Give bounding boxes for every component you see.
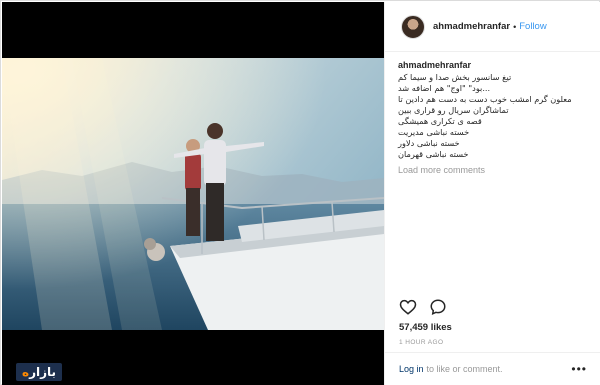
caption-line: تماشاگران سریال رو قراری ببین	[398, 105, 509, 115]
post-timestamp: 1 HOUR AGO	[399, 339, 444, 346]
load-more-comments-link[interactable]: Load more comments	[398, 165, 594, 175]
caption-line: قصه ی تکراری همیشگی	[398, 116, 482, 126]
caption-line: معلون گرم امشب خوب دست به دست هم دادین ت…	[398, 94, 572, 104]
heart-icon[interactable]	[399, 298, 417, 316]
caption-line: تیغ سانسور بخش صدا و سیما کم	[398, 72, 512, 82]
caption-text: تیغ سانسور بخش صدا و سیما کم ...بود" "او…	[398, 72, 594, 160]
comment-bar: Log in to like or comment. •••	[385, 352, 600, 385]
more-options-icon[interactable]: •••	[571, 362, 587, 376]
login-prompt-text: to like or comment.	[426, 364, 503, 374]
post-media[interactable]: بازاره	[2, 2, 384, 385]
follow-button[interactable]: Follow	[519, 21, 546, 32]
caption-line: ...بود" "اوج" هم اضافه شد	[398, 83, 491, 93]
separator-dot: •	[513, 21, 517, 32]
caption-username[interactable]: ahmadmehranfar	[398, 60, 594, 70]
caption-line: خسته نباشی قهرمان	[398, 149, 469, 159]
post-actions	[399, 298, 447, 316]
caption: ahmadmehranfar تیغ سانسور بخش صدا و سیما…	[398, 60, 594, 260]
header-username[interactable]: ahmadmehranfar	[433, 21, 510, 32]
likes-count[interactable]: 57,459 likes	[399, 322, 452, 333]
caption-line: خسته نباشی مدیریت	[398, 127, 470, 137]
post-side-panel: ahmadmehranfar • Follow ahmadmehranfar ت…	[384, 2, 600, 385]
instagram-embed-card: بازاره ahmadmehranfar • Follow ahmadmehr…	[0, 0, 600, 385]
post-header: ahmadmehranfar • Follow	[385, 2, 600, 52]
watermark-logo: بازاره	[16, 362, 63, 382]
login-link[interactable]: Log in	[399, 364, 424, 374]
avatar[interactable]	[401, 14, 425, 39]
comment-bubble-icon[interactable]	[429, 298, 447, 316]
caption-line: خسته نباشی دلاور	[398, 138, 460, 148]
post-photo	[2, 58, 384, 330]
